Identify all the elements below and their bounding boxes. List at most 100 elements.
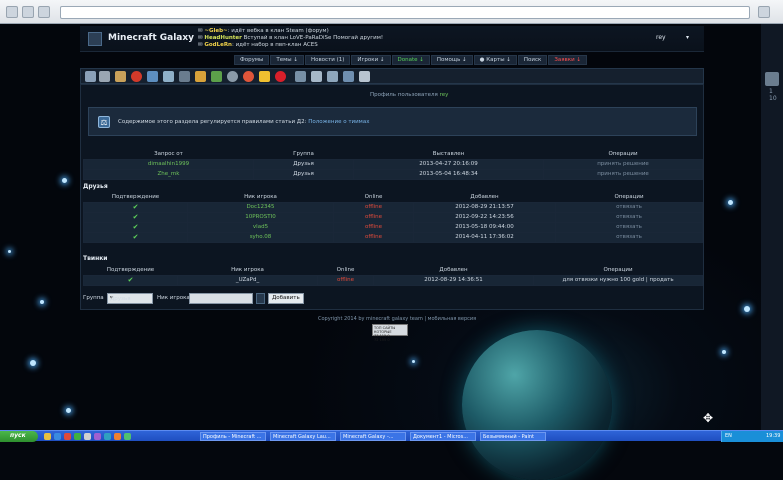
ban-icon[interactable] [131, 71, 142, 82]
folder-icon[interactable] [343, 71, 354, 82]
news-item[interactable]: ✉ HeadHunter Вступай в клан LoVE-PaRaDiS… [198, 35, 383, 42]
unlink-link[interactable]: отвязать [555, 201, 703, 213]
heart-icon[interactable] [275, 71, 286, 82]
mail-icon[interactable] [311, 71, 322, 82]
breadcrumb-user-link[interactable]: rey [440, 92, 449, 98]
col-header: Ник игрока [244, 194, 277, 201]
start-button[interactable]: пуск [0, 431, 38, 442]
taskbar-window[interactable]: Документ1 - Micros... [410, 432, 476, 441]
stats-icon[interactable] [295, 71, 306, 82]
quicklaunch-icon[interactable] [104, 433, 111, 440]
friend-nick[interactable]: 10PROSTI0 [187, 211, 334, 223]
footer-copyright[interactable]: Copyright 2014 by minecraft galaxy team … [318, 316, 476, 322]
unlink-link[interactable]: отвязать [555, 231, 703, 243]
user-menu-icon[interactable]: ▾ [686, 34, 689, 41]
table-row: ✔ vlad5 offline 2013-05-18 09:44:00 отвя… [83, 221, 703, 233]
nick-picker-button[interactable] [256, 293, 265, 304]
forward-icon[interactable] [22, 6, 34, 18]
nav-maps[interactable]: ● Карты ↓ [473, 55, 517, 65]
site-name[interactable]: Minecraft Galaxy [108, 33, 194, 43]
taskbar-window[interactable]: Minecraft Galaxy Lau... [270, 432, 336, 441]
nick-input[interactable] [189, 293, 253, 304]
username[interactable]: rey [656, 34, 666, 41]
document-icon[interactable] [359, 71, 370, 82]
address-bar[interactable] [60, 6, 750, 19]
decide-link[interactable]: принять решение [543, 168, 703, 180]
taskbar-window[interactable]: Профиль - Minecraft ... [200, 432, 266, 441]
reload-icon[interactable] [38, 6, 50, 18]
taskbar-window[interactable]: Minecraft Galaxy -... [340, 432, 406, 441]
news-item[interactable]: ✉ GodLeRn: идёт набор в пвп-клан ACES [198, 42, 383, 49]
nav-search[interactable]: Поиск [517, 55, 548, 65]
lock-icon[interactable] [99, 71, 110, 82]
star [722, 350, 726, 354]
bus-icon[interactable] [85, 71, 96, 82]
twink-operations[interactable]: для отвязки нужно 100 gold | продать [533, 274, 703, 286]
news-item[interactable]: ✉ ~Gleb~: идёт вебка в клан Steam (форум… [198, 28, 383, 35]
confirm-check-icon: ✔ [83, 211, 188, 223]
friend-nick[interactable]: Doc12345 [187, 201, 334, 213]
col-header: Операции [603, 267, 633, 274]
star [8, 250, 11, 253]
quicklaunch-icon[interactable] [114, 433, 121, 440]
taskbar-window[interactable]: Безымянный - Paint [480, 432, 546, 441]
visitor-counter[interactable]: ТОП САЙТЫ КОТОРЫЕ 77 115 0 72 155 0 [372, 324, 408, 342]
image-icon[interactable] [147, 71, 158, 82]
star-icon[interactable] [259, 71, 270, 82]
confirm-check-icon: ✔ [83, 274, 178, 286]
nav-donate[interactable]: Donate ↓ [391, 55, 430, 65]
col-header: Добавлен [439, 267, 468, 274]
group-select[interactable]: Друзья ▾ [107, 293, 153, 304]
flag-icon[interactable] [195, 71, 206, 82]
gear-icon[interactable] [227, 71, 238, 82]
quicklaunch-icon[interactable] [84, 433, 91, 440]
friend-nick[interactable]: syho.08 [187, 231, 334, 243]
added-date: 2014-04-11 17:36:02 [413, 231, 556, 243]
unlink-link[interactable]: отвязать [555, 211, 703, 223]
nav-forums[interactable]: Форумы [234, 55, 270, 65]
logo-icon[interactable] [88, 32, 102, 46]
request-from[interactable]: dimaalhin1999 [83, 158, 254, 170]
nav-topics[interactable]: Темы ↓ [270, 55, 304, 65]
added-date: 2012-08-29 14:36:51 [373, 274, 534, 286]
col-header: Группа [293, 151, 314, 158]
quicklaunch-icon[interactable] [74, 433, 81, 440]
decide-link[interactable]: принять решение [543, 158, 703, 170]
home-icon[interactable] [115, 71, 126, 82]
request-date: 2013-04-27 20:16:09 [353, 158, 544, 170]
nav-news[interactable]: Новости (1) [304, 55, 351, 65]
col-header: Выставлен [432, 151, 465, 158]
planet-wallpaper [462, 330, 612, 480]
language-indicator[interactable]: EN [725, 433, 732, 439]
gallery-icon[interactable] [327, 71, 338, 82]
cart-icon[interactable] [179, 71, 190, 82]
nav-help[interactable]: Помощь ↓ [430, 55, 473, 65]
sidebar-app-icon[interactable] [765, 72, 779, 86]
user-icon[interactable] [211, 71, 222, 82]
confirm-check-icon: ✔ [83, 201, 188, 213]
twink-nick[interactable]: _UZaPd_ [177, 274, 318, 286]
quicklaunch-icon[interactable] [94, 433, 101, 440]
col-header: Online [336, 267, 355, 274]
quicklaunch-icon[interactable] [124, 433, 131, 440]
clock[interactable]: 19:39 [766, 433, 780, 439]
id-card-icon[interactable] [163, 71, 174, 82]
quicklaunch-icon[interactable] [54, 433, 61, 440]
quicklaunch-icon[interactable] [44, 433, 51, 440]
online-status: offline [333, 201, 414, 213]
profile-panel: Профиль пользователя rey ⚖ Содержимое эт… [80, 84, 704, 310]
friend-nick[interactable]: vlad5 [187, 221, 334, 233]
settings-icon[interactable] [758, 6, 770, 18]
unlink-link[interactable]: отвязать [555, 221, 703, 233]
quicklaunch-icon[interactable] [64, 433, 71, 440]
breadcrumb: Профиль пользователя rey [370, 92, 448, 98]
online-status: offline [333, 231, 414, 243]
clock-icon[interactable] [243, 71, 254, 82]
add-button[interactable]: Добавить [268, 293, 304, 304]
request-from[interactable]: Zhe_mk [83, 168, 254, 180]
back-icon[interactable] [6, 6, 18, 18]
rules-link[interactable]: Положение о тиимах [308, 119, 369, 125]
nav-requests[interactable]: Заявки ↓ [548, 55, 588, 65]
twinks-table: Подтверждение Ник игрока Online Добавлен… [83, 266, 703, 286]
nav-players[interactable]: Игроки ↓ [351, 55, 391, 65]
